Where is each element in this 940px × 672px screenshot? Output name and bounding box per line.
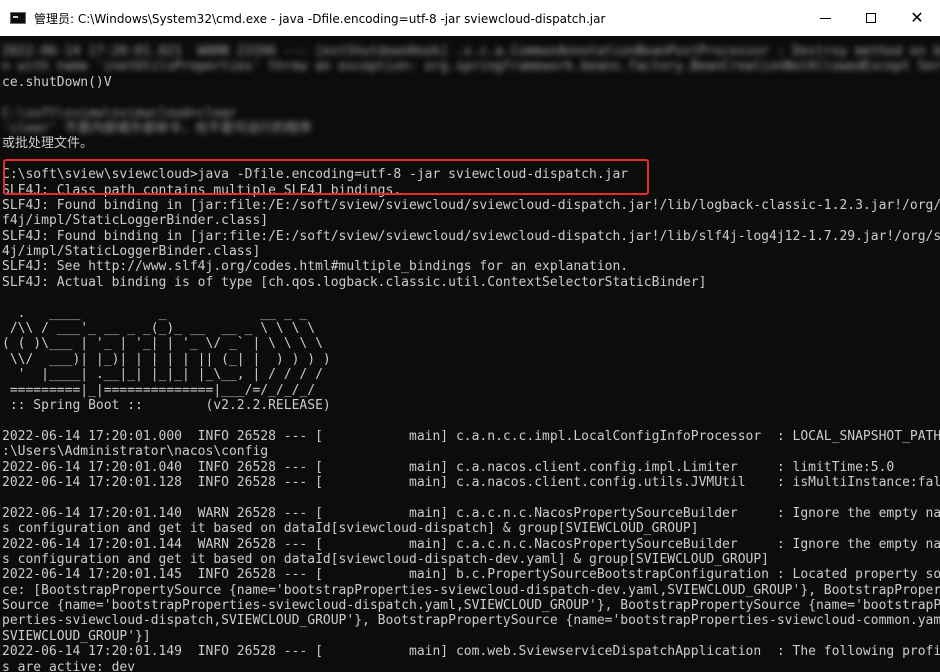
- cmd-icon: [10, 12, 26, 24]
- console-line: 2022-06-14 17:20:01.140 WARN 26528 --- […: [2, 505, 940, 521]
- console-line: 4j/impl/StaticLoggerBinder.class]: [2, 244, 261, 260]
- console-line: C:\soft\sview\sviewcloud>clear: [2, 105, 237, 121]
- window-title: 管理员: C:\Windows\System32\cmd.exe - java …: [34, 11, 606, 26]
- console-line: 2022-06-14 17:20:01.144 WARN 26528 --- […: [2, 536, 940, 552]
- console-line: 2022-06-14 17:20:01.149 INFO 26528 --- […: [2, 644, 940, 660]
- console-line: ce.shutDown()V: [2, 74, 112, 90]
- console-line: 2022-06-14 17:20:01.000 INFO 26528 --- […: [2, 428, 940, 444]
- spring-boot-version-line: :: Spring Boot :: (v2.2.2.RELEASE): [2, 397, 331, 413]
- spring-banner-line: ( ( )\___ | '_ | '_| | '_ \/ _` | \ \ \ …: [2, 336, 323, 352]
- console-line: perties-sviewcloud-dispatch,SVIEWCLOUD_G…: [2, 613, 940, 629]
- console-line: SLF4J: Found binding in [jar:file:/E:/so…: [2, 228, 940, 244]
- console-output[interactable]: 2022-06-14 17:20:01.021 WARN 23396 --- […: [0, 36, 940, 672]
- console-line: s are active: dev: [2, 659, 136, 672]
- console-line: 2022-06-14 17:20:01.021 WARN 23396 --- […: [2, 44, 940, 59]
- window-controls: ✕: [802, 0, 940, 36]
- console-line: s configuration and get it based on data…: [2, 551, 770, 567]
- console-line: 或批处理文件。: [2, 136, 94, 152]
- spring-banner-line: \\/ ___)| |_)| | | | | || (_| | ) ) ) ): [2, 351, 331, 367]
- console-line: 'clear' 不是内部或外部命令，也不是可运行的程序: [2, 120, 312, 136]
- minimize-button[interactable]: [802, 0, 848, 36]
- console-line: 2022-06-14 17:20:01.040 INFO 26528 --- […: [2, 459, 895, 475]
- spring-banner-line: ' |____| .__|_| |_|_| |_\__, | / / / /: [2, 367, 323, 383]
- maximize-icon: [866, 13, 876, 23]
- console-line: f4j/impl/StaticLoggerBinder.class]: [2, 213, 269, 229]
- console-line: :\Users\Administrator\nacos\config: [2, 444, 269, 460]
- console-line: SLF4J: See http://www.slf4j.org/codes.ht…: [2, 259, 629, 275]
- spring-banner-line: =========|_|==============|___/=/_/_/_/: [2, 382, 316, 398]
- console-line: SLF4J: Found binding in [jar:file:/E:/so…: [2, 197, 940, 213]
- console-line: SLF4J: Actual binding is of type [ch.qos…: [2, 274, 707, 290]
- maximize-button[interactable]: [848, 0, 894, 36]
- console-line: 2022-06-14 17:20:01.145 INFO 26528 --- […: [2, 567, 940, 583]
- spring-banner-line: . ____ _ __ _ _: [2, 305, 308, 321]
- console-lines: 2022-06-14 17:20:01.021 WARN 23396 --- […: [0, 44, 940, 672]
- minimize-icon: [819, 17, 831, 19]
- close-button[interactable]: ✕: [894, 0, 940, 36]
- console-line: Source {name='bootstrapProperties-sviewc…: [2, 598, 940, 614]
- console-line: s configuration and get it based on data…: [2, 521, 699, 537]
- console-line: ce: [BootstrapPropertySource {name='boot…: [2, 582, 940, 598]
- console-line: 2022-06-14 17:20:01.128 INFO 26528 --- […: [2, 474, 940, 490]
- window-titlebar[interactable]: 管理员: C:\Windows\System32\cmd.exe - java …: [0, 0, 940, 36]
- command-highlight-box: [3, 159, 649, 195]
- close-icon: ✕: [910, 8, 924, 27]
- console-line: n with name 'inetUtilsProperties' threw …: [2, 59, 940, 75]
- console-line: SVIEWCLOUD_GROUP'}]: [2, 628, 151, 644]
- spring-banner-line: /\\ / ___'_ __ _ _(_)_ __ __ _ \ \ \ \: [2, 321, 316, 337]
